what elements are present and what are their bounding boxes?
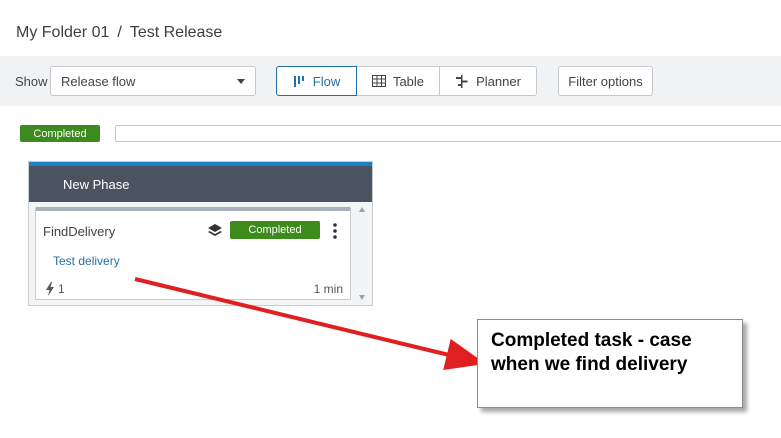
task-delivery-link[interactable]: Test delivery xyxy=(53,254,120,268)
layers-icon xyxy=(208,224,222,236)
annotation-callout: Completed task - case when we find deliv… xyxy=(477,319,743,408)
task-card[interactable]: FindDelivery Completed Test delivery 1 1… xyxy=(35,207,351,300)
release-progress-bar xyxy=(115,125,781,142)
view-switcher: Flow Table Planner xyxy=(276,66,537,96)
page: My Folder 01 / Test Release Show Release… xyxy=(0,0,781,438)
scroll-up-icon[interactable] xyxy=(359,207,365,212)
flow-icon xyxy=(293,75,304,87)
phase-column: New Phase FindDelivery Completed Test de… xyxy=(28,161,373,306)
toolbar: Show Release flow Flow Table Planner Fil… xyxy=(0,56,781,106)
table-view-button[interactable]: Table xyxy=(356,66,440,96)
annotation-line-2: when we find delivery xyxy=(491,354,688,375)
planner-view-label: Planner xyxy=(476,73,521,89)
phase-header[interactable]: New Phase xyxy=(29,162,372,202)
filter-options-button[interactable]: Filter options xyxy=(558,66,653,96)
view-select[interactable]: Release flow xyxy=(50,66,256,96)
phase-body: FindDelivery Completed Test delivery 1 1… xyxy=(29,202,372,305)
phase-scrollbar[interactable] xyxy=(358,207,367,300)
bolt-icon xyxy=(46,282,54,296)
breadcrumb: My Folder 01 / Test Release xyxy=(16,24,222,42)
task-trigger-count: 1 xyxy=(58,282,65,296)
chevron-down-icon xyxy=(237,79,245,84)
planner-view-button[interactable]: Planner xyxy=(439,66,537,96)
breadcrumb-release: Test Release xyxy=(129,24,223,41)
task-status-badge: Completed xyxy=(230,221,320,239)
breadcrumb-folder[interactable]: My Folder 01 xyxy=(16,24,109,42)
table-view-label: Table xyxy=(392,73,425,89)
view-select-value: Release flow xyxy=(61,74,136,89)
flow-view-label: Flow xyxy=(312,73,341,89)
annotation-line-1: Completed task - case xyxy=(491,330,692,351)
more-options-icon[interactable] xyxy=(331,221,339,241)
task-title: FindDelivery xyxy=(43,224,116,239)
phase-title: New Phase xyxy=(63,176,130,192)
task-duration: 1 min xyxy=(313,282,343,296)
scroll-down-icon[interactable] xyxy=(359,295,365,300)
show-label: Show xyxy=(15,74,48,89)
flow-view-button[interactable]: Flow xyxy=(276,66,357,96)
breadcrumb-separator: / xyxy=(117,24,122,41)
planner-icon xyxy=(456,74,468,88)
release-status-badge: Completed xyxy=(20,125,100,142)
table-icon xyxy=(371,75,386,87)
